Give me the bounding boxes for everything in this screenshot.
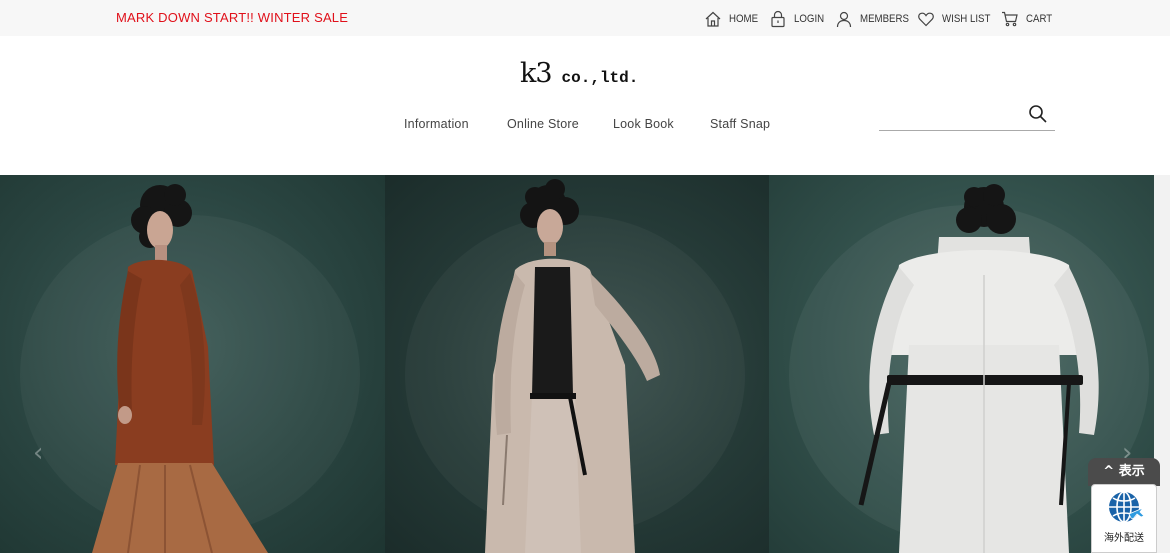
site-logo[interactable]: k3 co.,ltd. — [520, 58, 638, 89]
search-input[interactable] — [879, 100, 1024, 130]
logo-sub-text: co.,ltd. — [561, 69, 639, 87]
chevron-up-icon: ^ — [1103, 464, 1115, 479]
hero-slider — [0, 175, 1154, 553]
nav-online-store[interactable]: Online Store — [507, 117, 579, 131]
login-link-label: LOGIN — [794, 13, 825, 25]
home-link-label: HOME — [729, 13, 759, 25]
cart-link-label: CART — [1026, 13, 1053, 25]
widget-toggle-tab[interactable]: ^ 表示 — [1088, 458, 1160, 486]
sale-banner-text[interactable]: MARK DOWN START!! WINTER SALE — [116, 10, 348, 25]
nav-look-book[interactable]: Look Book — [613, 117, 674, 131]
home-link[interactable]: HOME — [704, 8, 762, 30]
nav-staff-snap[interactable]: Staff Snap — [710, 117, 770, 131]
slider-prev-arrow[interactable]: ‹ — [33, 438, 43, 468]
overseas-shipping-widget[interactable]: ^ 表示 海外配送 — [1088, 458, 1160, 553]
user-icon — [836, 11, 852, 28]
top-utility-bar: MARK DOWN START!! WINTER SALE HOME LOGIN… — [0, 0, 1170, 36]
members-link[interactable]: MEMBERS — [835, 8, 916, 30]
wishlist-link[interactable]: WISH LIST — [917, 8, 997, 30]
nav-information[interactable]: Information — [404, 117, 469, 131]
heart-icon — [918, 12, 934, 27]
hero-slide-1-image[interactable] — [0, 175, 385, 553]
login-link[interactable]: LOGIN — [769, 8, 828, 30]
cart-link[interactable]: CART — [1001, 8, 1056, 30]
widget-label: 海外配送 — [1104, 533, 1144, 544]
hero-slide-2-image[interactable] — [385, 175, 769, 553]
widget-body[interactable]: 海外配送 — [1091, 484, 1157, 553]
cart-icon — [1002, 11, 1018, 27]
members-link-label: MEMBERS — [860, 13, 909, 25]
search-icon — [1029, 105, 1047, 123]
search-button[interactable] — [1027, 103, 1049, 125]
lock-icon — [771, 10, 785, 28]
logo-main-text: k3 — [520, 58, 553, 89]
home-icon — [705, 11, 721, 27]
wishlist-link-label: WISH LIST — [942, 13, 991, 25]
globe-plane-icon — [1109, 491, 1145, 523]
search-box — [879, 100, 1055, 131]
widget-tab-label: 表示 — [1118, 464, 1145, 479]
